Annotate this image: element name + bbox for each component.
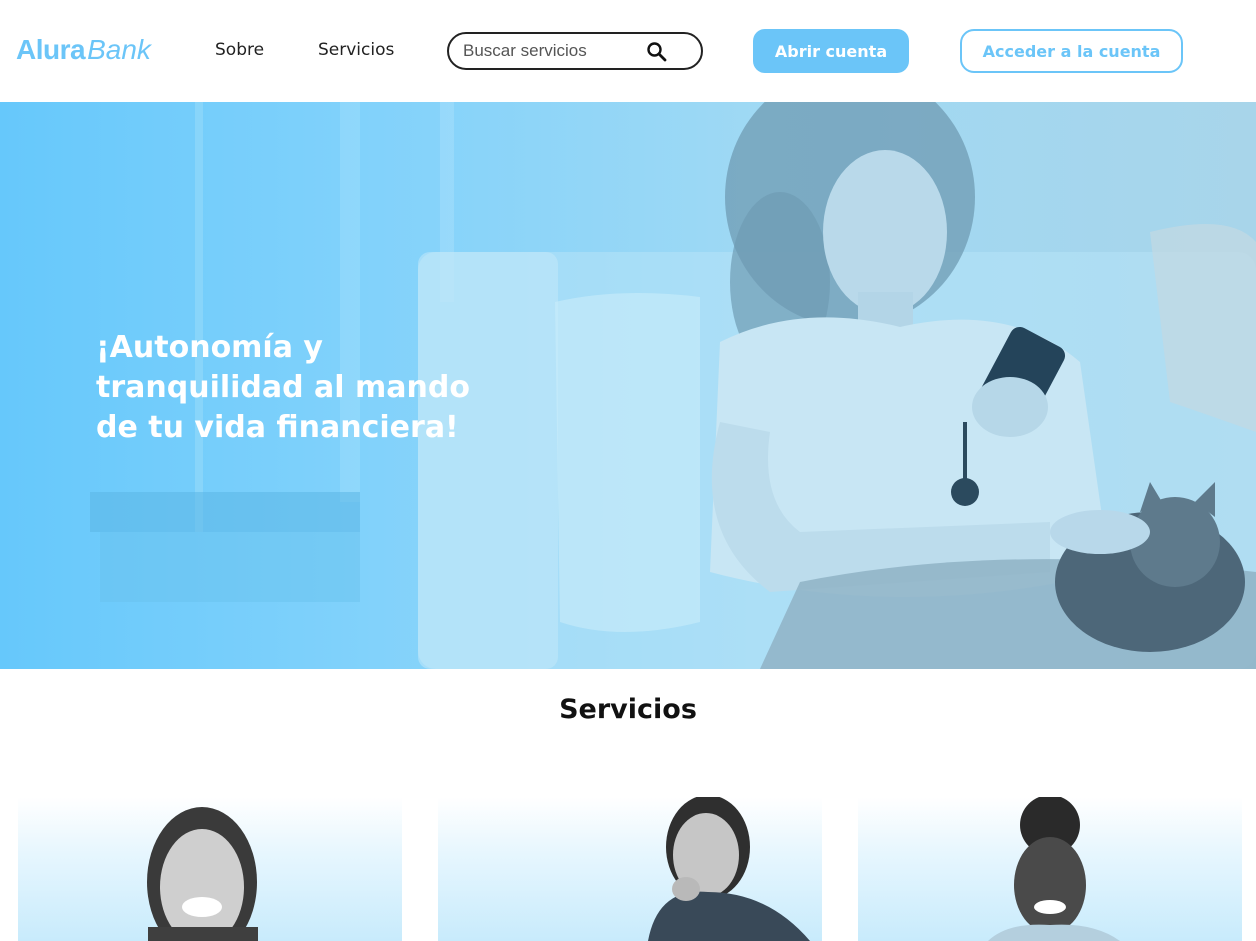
woman-hair-bun-photo xyxy=(988,797,1120,941)
logo-bank: Bank xyxy=(87,34,151,65)
logo-alura: Alura xyxy=(16,34,86,65)
logo[interactable]: Alura Bank xyxy=(16,34,151,68)
woman-smiling-photo xyxy=(147,807,258,941)
search-icon[interactable] xyxy=(645,40,669,64)
nav-link-servicios[interactable]: Servicios xyxy=(318,40,394,60)
search-box xyxy=(447,32,703,70)
hero-title: ¡Autonomía y tranquilidad al mando de tu… xyxy=(96,330,470,445)
service-card[interactable] xyxy=(858,797,1242,941)
open-account-button[interactable]: Abrir cuenta xyxy=(753,29,909,73)
man-thinking-photo xyxy=(648,797,810,941)
search-input[interactable] xyxy=(463,37,643,65)
header: Alura Bank Sobre Servicios Abrir cuenta … xyxy=(0,0,1256,102)
login-button[interactable]: Acceder a la cuenta xyxy=(960,29,1183,73)
nav-link-sobre[interactable]: Sobre xyxy=(215,40,264,60)
service-card[interactable] xyxy=(438,797,822,941)
service-card[interactable] xyxy=(18,797,402,941)
hero-banner: ¡Autonomía y tranquilidad al mando de tu… xyxy=(0,102,1256,669)
services-title: Servicios xyxy=(559,694,697,725)
